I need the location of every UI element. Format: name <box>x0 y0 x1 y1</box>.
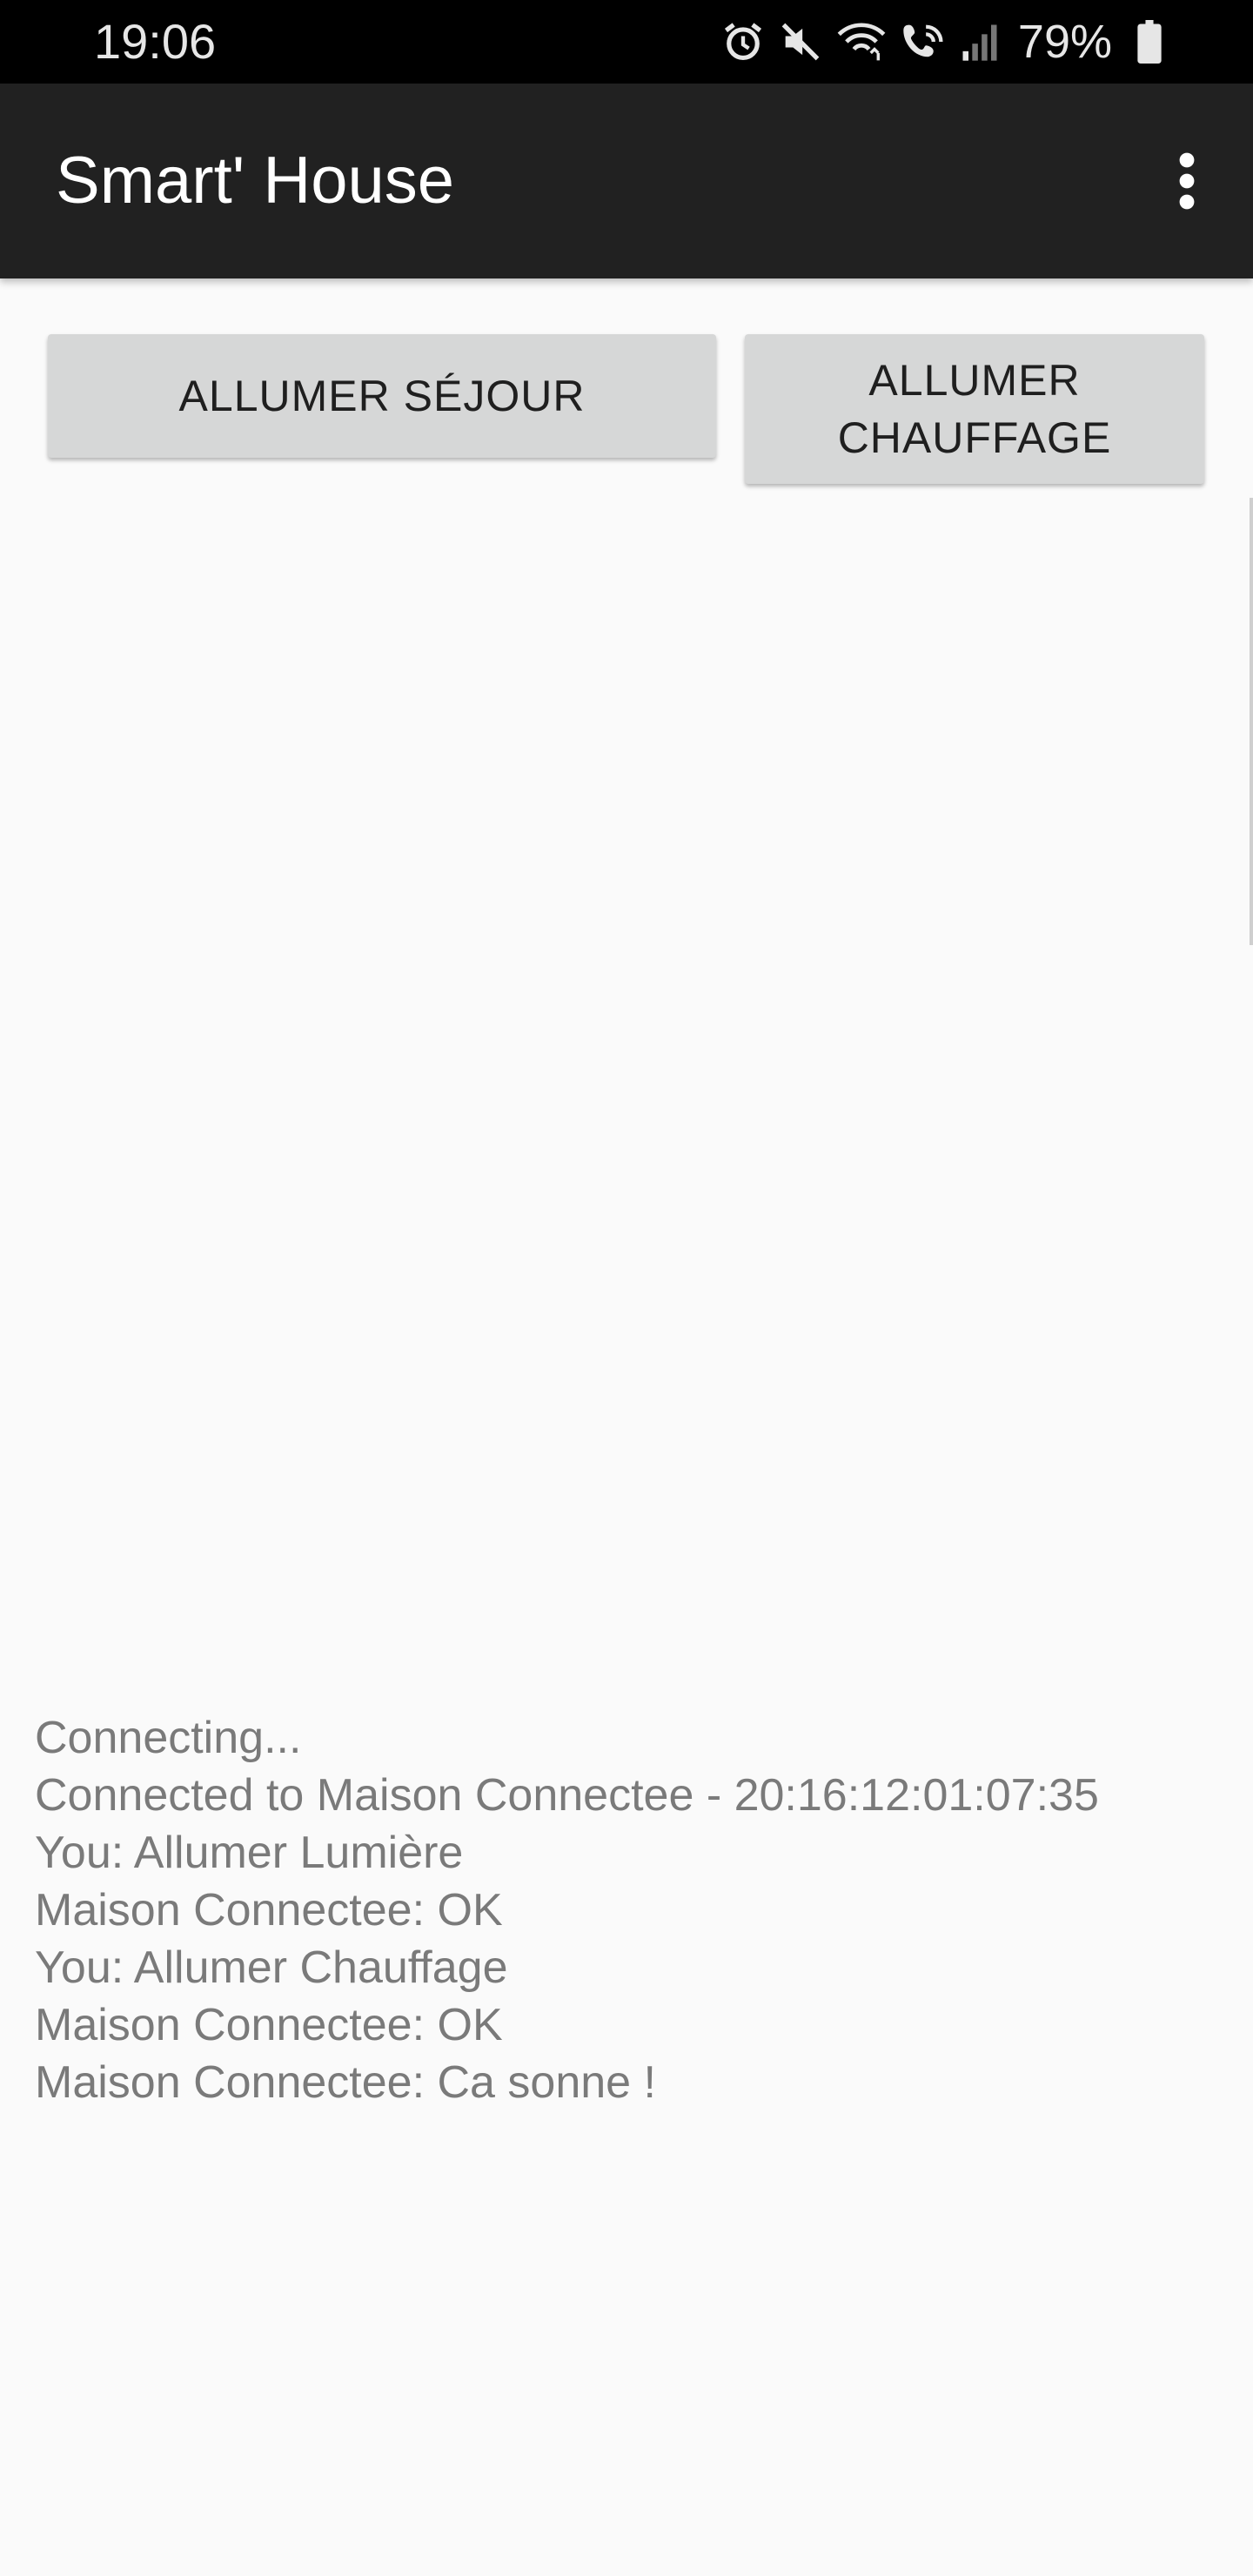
log-line: You: Allumer Chauffage <box>35 1942 508 1993</box>
allumer-chauffage-label: ALLUMER CHAUFFAGE <box>837 356 1112 462</box>
allumer-chauffage-button[interactable]: ALLUMER CHAUFFAGE <box>745 334 1204 484</box>
allumer-sejour-label: ALLUMER SÉJOUR <box>178 372 586 420</box>
status-icons: 79% <box>720 16 1163 68</box>
status-time: 19:06 <box>94 14 217 69</box>
mute-icon <box>778 19 823 64</box>
log-line: Connecting... <box>35 1713 302 1763</box>
signal-icon <box>961 19 999 64</box>
log-line: Maison Connectee: OK <box>35 1885 503 1935</box>
app-bar: Smart' House <box>0 84 1253 278</box>
log-line: Maison Connectee: OK <box>35 2000 503 2050</box>
status-bar: 19:06 79% <box>0 0 1253 84</box>
log-line: Connected to Maison Connectee - 20:16:12… <box>35 1770 1099 1821</box>
log-line: You: Allumer Lumière <box>35 1828 464 1878</box>
app-title: Smart' House <box>56 144 455 218</box>
battery-percent: 79% <box>1017 16 1112 68</box>
wifi-icon <box>835 19 888 64</box>
overflow-menu-icon[interactable] <box>1152 139 1222 223</box>
wifi-calling-icon <box>900 19 948 64</box>
battery-icon <box>1136 20 1163 64</box>
allumer-sejour-button[interactable]: ALLUMER SÉJOUR <box>48 334 716 458</box>
alarm-icon <box>720 19 766 64</box>
message-log: Connecting... Connected to Maison Connec… <box>35 1709 1218 2111</box>
log-line: Maison Connectee: Ca sonne ! <box>35 2057 656 2108</box>
scrollbar[interactable] <box>1250 498 1253 945</box>
